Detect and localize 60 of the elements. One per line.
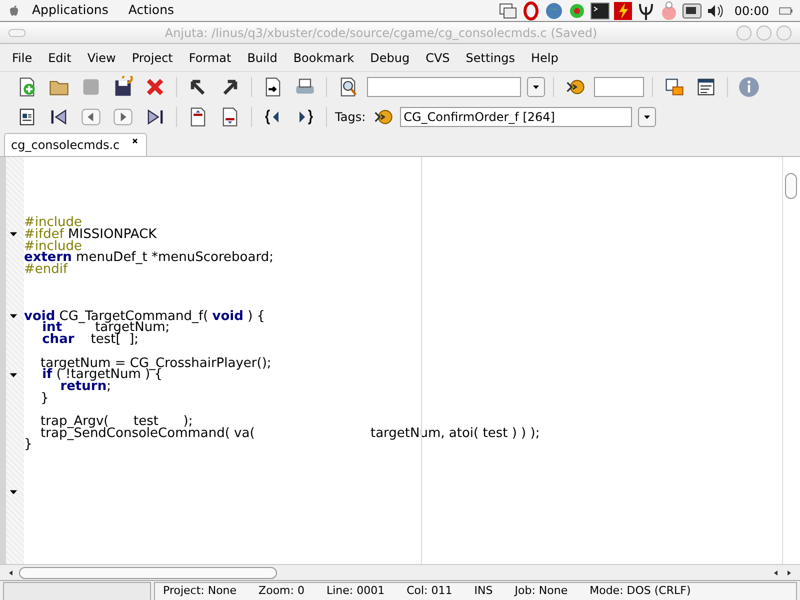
status-text: Project: None — [163, 583, 237, 600]
menu-item[interactable]: File — [4, 48, 40, 66]
code-line: #include — [24, 240, 82, 253]
code-line: #ifdef MISSIONPACK — [24, 228, 157, 241]
code-line: trap_Argv( test ); — [40, 416, 193, 428]
windows-icon[interactable] — [498, 0, 518, 20]
previous-icon — [80, 106, 102, 128]
menu-item[interactable]: Edit — [40, 48, 80, 66]
vertical-scrollbar-thumb[interactable] — [785, 173, 797, 199]
menu-item[interactable]: Help — [523, 48, 566, 66]
tags-label: Tags: — [335, 109, 366, 126]
status-text: INS — [474, 583, 493, 600]
window-title: Anjuta: /linus/q3/xbuster/code/source/cgame/cg_consolecmds.c (Saved) — [164, 24, 598, 42]
o-logo-icon[interactable] — [521, 0, 542, 20]
menu-item[interactable]: Settings — [458, 48, 524, 66]
menu-item[interactable]: View — [79, 48, 124, 66]
code-line: #endif — [24, 264, 68, 276]
code-line: return; — [60, 380, 111, 393]
menu-item[interactable]: Project — [124, 48, 181, 66]
fold-marker-icon[interactable] — [8, 370, 18, 380]
code-line: extern menuDef_t *menuScoreboard; — [24, 252, 274, 264]
monitor-icon[interactable] — [682, 0, 702, 20]
terminal-icon[interactable] — [590, 0, 610, 20]
fold-marker-icon[interactable] — [8, 488, 18, 497]
code-line: targetNum = CG_CrosshairPlayer(); — [40, 358, 272, 370]
menu-item[interactable]: Bookmark — [285, 48, 362, 66]
menu-item[interactable]: Build — [239, 48, 286, 66]
code-line: int targetNum; — [42, 322, 170, 334]
code-line: } — [24, 439, 32, 452]
status-text: Zoom: 0 — [258, 583, 304, 600]
tags-field[interactable]: CG_ConfirmOrder_f [264] — [400, 107, 632, 127]
menu-item[interactable]: Format — [180, 48, 240, 66]
line-number-field[interactable] — [594, 77, 644, 97]
code-line: if ( !targetNum ) { — [42, 369, 163, 382]
document-window-icon — [695, 76, 717, 98]
panel-menu[interactable]: Applications — [22, 1, 118, 20]
info-icon — [738, 76, 760, 98]
code-line: } — [40, 392, 49, 405]
code-line: char test[ ]; — [41, 334, 139, 346]
code-line: trap_SendConsoleCommand( va( targetNum, atoi( test ) ) ); — [40, 428, 540, 440]
code-line: #include — [24, 217, 82, 230]
file-tab[interactable]: cg_consolecmds.c — [4, 133, 147, 156]
dropdown-button[interactable] — [527, 77, 545, 97]
status-text: Col: 011 — [406, 583, 452, 600]
close-icon — [144, 76, 166, 98]
menu-item[interactable]: CVS — [418, 48, 458, 66]
status-text: Mode: DOS (CRLF) — [590, 583, 691, 600]
horizontal-scrollbar-thumb[interactable] — [19, 566, 277, 578]
status-text: Line: 0001 — [326, 583, 385, 600]
info-button[interactable] — [736, 74, 762, 100]
status-text: Job: None — [514, 583, 568, 600]
panel-menu[interactable]: Actions — [118, 1, 184, 20]
next-icon — [112, 106, 134, 128]
close-icon[interactable] — [130, 136, 140, 146]
search-field[interactable] — [367, 77, 521, 97]
dropdown-button[interactable] — [638, 107, 656, 127]
lightning-icon[interactable] — [613, 0, 634, 20]
clock[interactable]: 00:00 — [734, 2, 769, 20]
windows-icon — [663, 76, 685, 98]
menu-item[interactable]: Debug — [362, 48, 418, 66]
